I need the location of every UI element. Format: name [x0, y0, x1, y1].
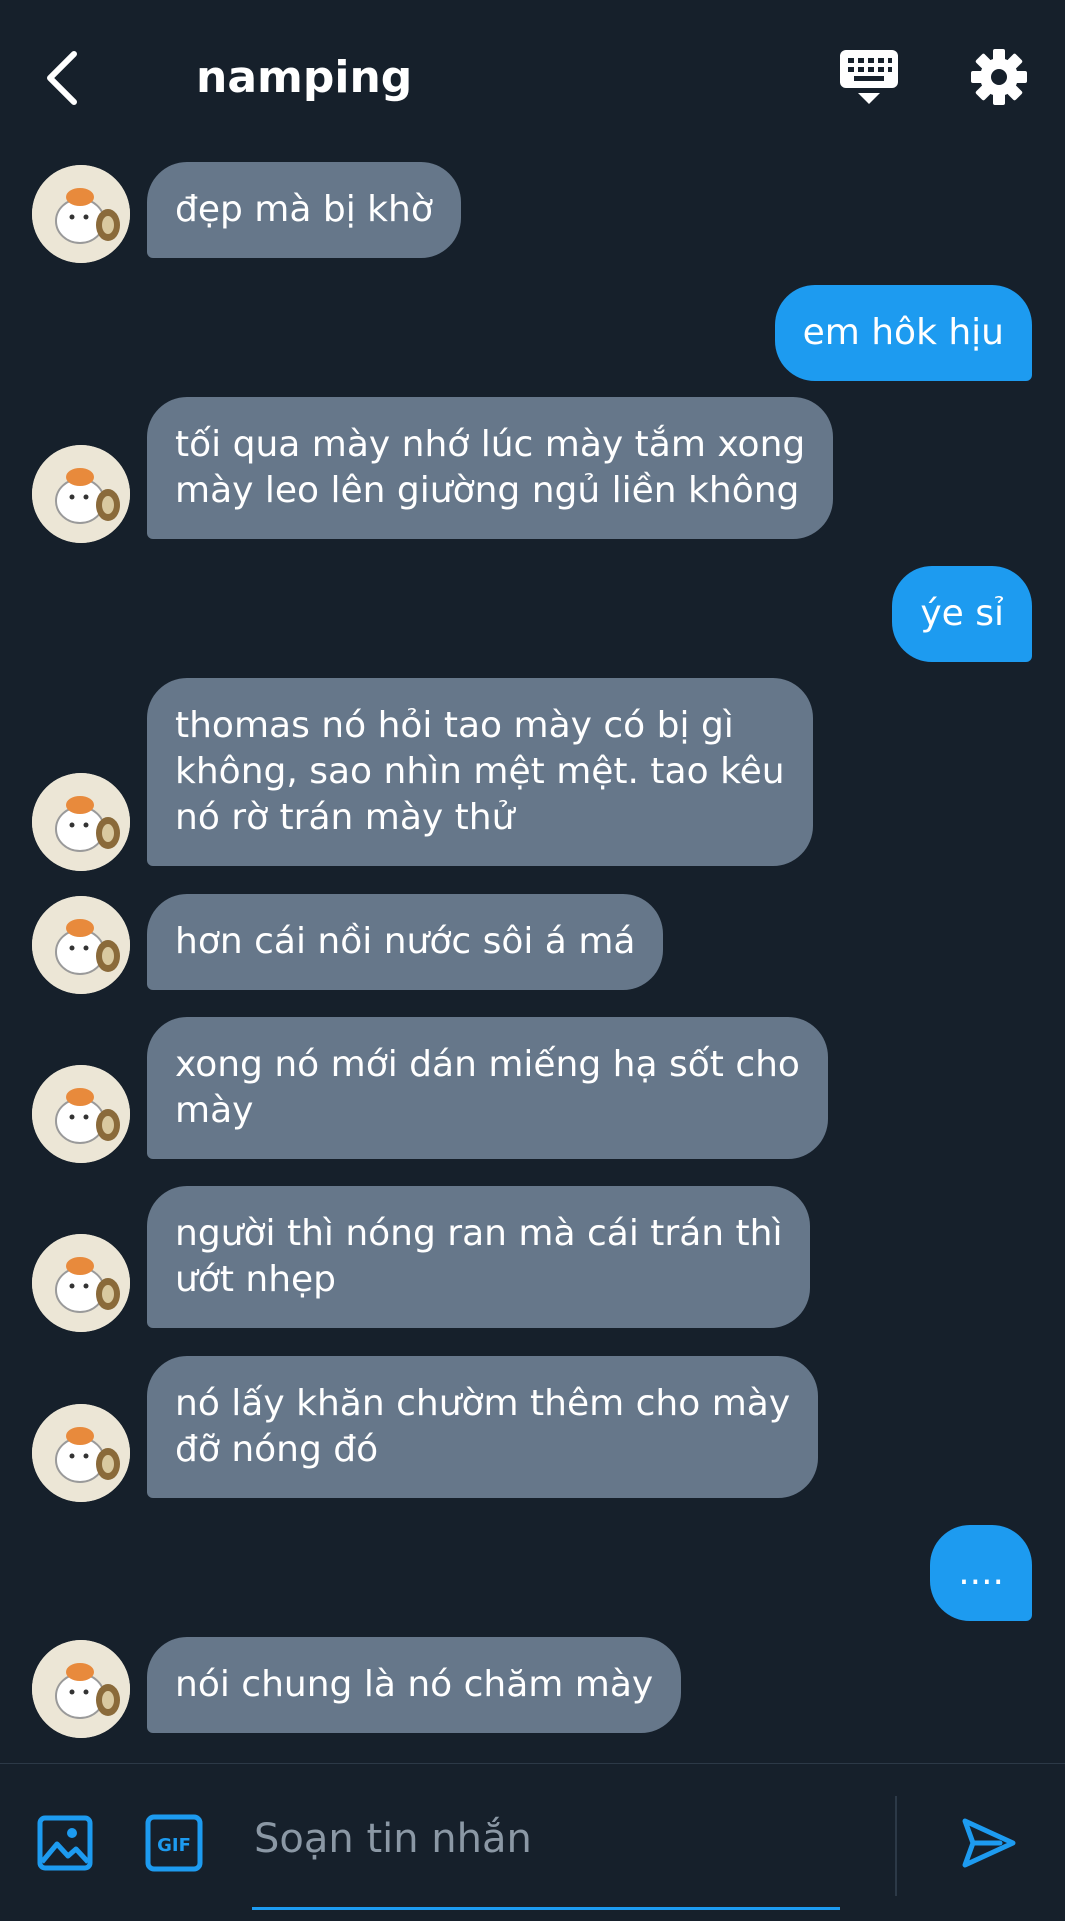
- contact-avatar[interactable]: [32, 445, 130, 543]
- hamster-avatar-icon: [32, 1640, 130, 1738]
- gear-icon: [971, 49, 1027, 105]
- composer-divider: [895, 1796, 897, 1896]
- hamster-avatar-icon: [32, 165, 130, 263]
- contact-avatar[interactable]: [32, 165, 130, 263]
- message-composer: GIF: [0, 1763, 1065, 1921]
- keyboard-icon: [840, 50, 898, 104]
- contact-avatar[interactable]: [32, 773, 130, 871]
- contact-avatar[interactable]: [32, 1640, 130, 1738]
- message-bubble-incoming[interactable]: nói chung là nó chăm mày: [147, 1637, 682, 1733]
- message-bubble-incoming[interactable]: nó lấy khăn chườm thêm cho mày đỡ nóng đ…: [147, 1356, 819, 1498]
- message-bubble-incoming[interactable]: xong nó mới dán miếng hạ sốt cho mày: [147, 1017, 828, 1159]
- conversation-title: namping: [196, 52, 413, 103]
- hamster-avatar-icon: [32, 1404, 130, 1502]
- hamster-avatar-icon: [32, 773, 130, 871]
- message-bubble-outgoing[interactable]: em hôk hịu: [774, 285, 1032, 381]
- message-bubble-outgoing[interactable]: ýe sỉ: [892, 566, 1032, 662]
- message-bubble-incoming[interactable]: tối qua mày nhớ lúc mày tắm xong mày leo…: [147, 397, 834, 539]
- hamster-avatar-icon: [32, 1234, 130, 1332]
- contact-avatar[interactable]: [32, 1234, 130, 1332]
- message-bubble-outgoing[interactable]: ....: [930, 1525, 1032, 1621]
- image-icon: [37, 1815, 93, 1871]
- keyboard-toggle-button[interactable]: [838, 48, 900, 108]
- attach-image-button[interactable]: [36, 1814, 94, 1872]
- send-icon: [962, 1818, 1016, 1868]
- message-bubble-incoming[interactable]: người thì nóng ran mà cái trán thì ướt n…: [147, 1186, 811, 1328]
- back-button[interactable]: [40, 48, 84, 108]
- hamster-avatar-icon: [32, 896, 130, 994]
- input-underline: [252, 1907, 840, 1910]
- contact-avatar[interactable]: [32, 1404, 130, 1502]
- settings-button[interactable]: [970, 48, 1028, 106]
- hamster-avatar-icon: [32, 1065, 130, 1163]
- chevron-left-icon: [47, 51, 77, 105]
- contact-avatar[interactable]: [32, 896, 130, 994]
- gif-button[interactable]: GIF: [145, 1814, 203, 1872]
- message-input[interactable]: [252, 1806, 844, 1872]
- send-button[interactable]: [960, 1814, 1018, 1872]
- message-bubble-incoming[interactable]: hơn cái nồi nước sôi á má: [147, 894, 664, 990]
- gif-label: GIF: [157, 1835, 191, 1856]
- hamster-avatar-icon: [32, 445, 130, 543]
- message-bubble-incoming[interactable]: thomas nó hỏi tao mày có bị gì không, sa…: [147, 678, 813, 866]
- gif-icon: GIF: [145, 1814, 203, 1872]
- contact-avatar[interactable]: [32, 1065, 130, 1163]
- conversation-header: namping: [0, 0, 1065, 150]
- message-bubble-incoming[interactable]: đẹp mà bị khờ: [147, 162, 461, 258]
